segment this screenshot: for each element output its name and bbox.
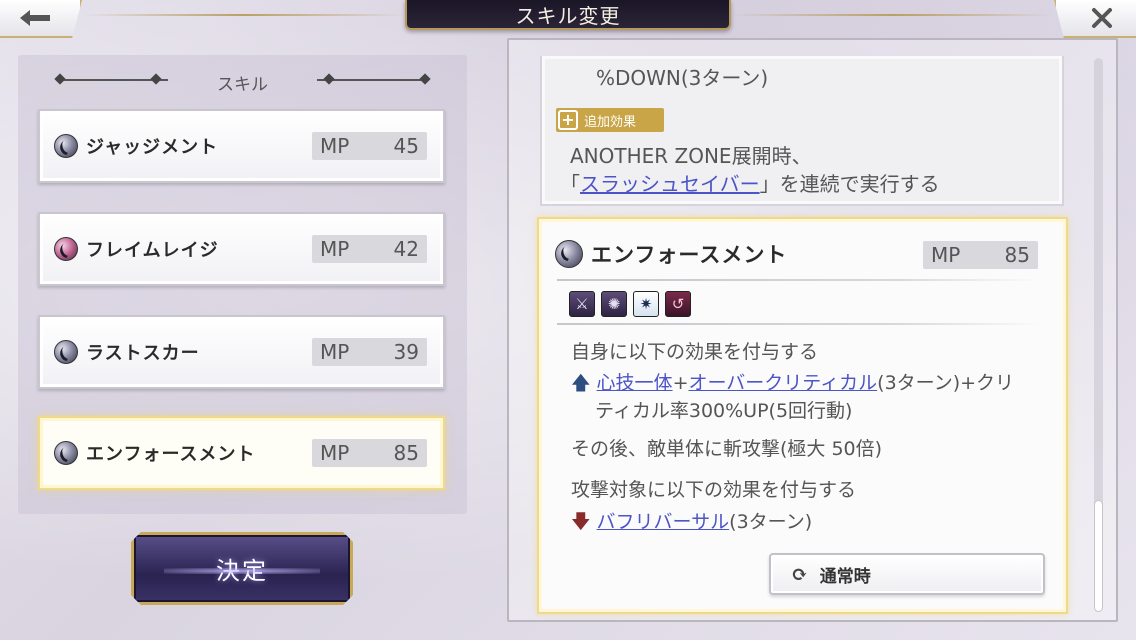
- mp-value: 42: [393, 237, 419, 261]
- buff-duration: (3ターン)+クリ: [877, 372, 1015, 394]
- skill-item-flame-rage[interactable]: フレイムレイジ MP 42: [38, 212, 445, 286]
- top-rule-right: [731, 14, 1054, 16]
- effect-text: 自身に以下の効果を付与する: [571, 341, 819, 363]
- tag-label: 追加効果: [584, 114, 637, 130]
- slash-attack-icon: ⚔: [569, 291, 595, 317]
- mp-label: MP: [320, 134, 350, 158]
- effect-text-suffix: 」を連続で実行する: [759, 172, 940, 196]
- button-glow: [164, 568, 320, 574]
- arrow-down-icon: 🡇: [571, 511, 591, 533]
- divider: [557, 323, 1040, 325]
- buff-link-shingi-ittai[interactable]: 心技一体: [597, 372, 673, 394]
- close-button[interactable]: [1054, 0, 1136, 38]
- reversal-icon: ↺: [665, 291, 691, 317]
- skill-detail-header: エンフォースメント: [555, 239, 787, 269]
- scrollbar-thumb[interactable]: [1094, 500, 1103, 612]
- divider: [557, 279, 1040, 281]
- mp-label: MP: [320, 441, 350, 465]
- debuff-line: 🡇 バフリバーサル(3ターン): [571, 507, 812, 540]
- plus-icon: +: [558, 110, 578, 130]
- debuff-duration: (3ターン): [729, 511, 813, 533]
- skill-link-slash-saber[interactable]: スラッシュセイバー: [580, 172, 760, 196]
- skill-section-title: スキル: [217, 74, 268, 95]
- page-title: スキル変更: [405, 0, 731, 30]
- top-rule-left: [82, 14, 405, 16]
- mp-badge: MP 42: [312, 235, 427, 263]
- slash-orb-icon: [54, 441, 78, 465]
- arrow-up-icon: 🡅: [571, 372, 591, 394]
- effect-text: その後、敵単体に斬攻撃(極大 50倍): [571, 438, 883, 460]
- skill-item-judgement[interactable]: ジャッジメント MP 45: [38, 109, 445, 183]
- previous-skill-card: %DOWN(3ターン) + 追加効果 ANOTHER ZONE展開時、 「スラッ…: [540, 56, 1064, 206]
- normal-mode-toggle-button[interactable]: ⟳ 通常時: [769, 553, 1045, 595]
- debuff-link-buff-reversal[interactable]: バフリバーサル: [597, 511, 730, 533]
- close-icon: [1092, 8, 1112, 28]
- slash-orb-icon: [555, 240, 583, 268]
- gear-buff-icon: ✺: [601, 291, 627, 317]
- skill-item-last-scar[interactable]: ラストスカー MP 39: [38, 315, 445, 389]
- normal-mode-label: 通常時: [819, 566, 871, 587]
- mp-value: 85: [393, 441, 419, 465]
- buff-link-over-critical[interactable]: オーバークリティカル: [688, 372, 877, 394]
- mp-badge: MP 45: [312, 132, 427, 160]
- skill-name: エンフォースメント: [86, 444, 256, 465]
- flame-orb-icon: [54, 237, 78, 261]
- skill-list-panel: スキル ジャッジメント MP 45 フレイムレイジ MP 42 ラストスカー M…: [18, 55, 467, 514]
- skill-item-enforcement[interactable]: エンフォースメント MP 85: [38, 416, 445, 490]
- mp-value: 85: [1004, 243, 1030, 267]
- mp-badge: MP 39: [312, 338, 427, 366]
- mp-label: MP: [320, 340, 350, 364]
- decide-button[interactable]: 決定: [131, 532, 353, 605]
- selected-skill-card: エンフォースメント MP 85 ⚔ ✺ ✷ ↺ 自身に以下の効果を付与する 🡅 心…: [537, 217, 1068, 614]
- effect-text: 「スラッシュセイバー」を連続で実行する: [560, 168, 940, 197]
- plus-sign: +: [672, 372, 689, 394]
- mp-value: 45: [393, 134, 419, 158]
- effect-text: %DOWN(3ターン): [596, 66, 769, 90]
- mp-label: MP: [931, 243, 961, 267]
- sync-icon: ⟳: [791, 562, 808, 586]
- effect-text: ティカル率300%UP(5回行動): [595, 400, 853, 422]
- slash-orb-icon: [54, 134, 78, 158]
- additional-effect-tag: + 追加効果: [556, 108, 664, 132]
- critical-burst-icon: ✷: [633, 291, 659, 317]
- mp-badge: MP 85: [923, 241, 1038, 269]
- bracket-open: 「: [560, 172, 580, 196]
- effect-text: ANOTHER ZONE展開時、: [570, 144, 812, 168]
- mp-label: MP: [320, 237, 350, 261]
- skill-badge-row: ⚔ ✺ ✷ ↺: [569, 291, 691, 317]
- effect-text: 攻撃対象に以下の効果を付与する: [571, 479, 857, 501]
- header-ornament-right: [317, 79, 427, 81]
- mp-value: 39: [393, 340, 419, 364]
- back-button[interactable]: [0, 0, 82, 38]
- skill-name: ジャッジメント: [86, 137, 219, 158]
- skill-name: フレイムレイジ: [86, 240, 219, 261]
- slash-orb-icon: [54, 340, 78, 364]
- arrow-left-icon: [20, 10, 50, 26]
- skill-name: ラストスカー: [86, 343, 200, 364]
- skill-detail-title: エンフォースメント: [591, 242, 788, 267]
- mp-badge: MP 85: [312, 439, 427, 467]
